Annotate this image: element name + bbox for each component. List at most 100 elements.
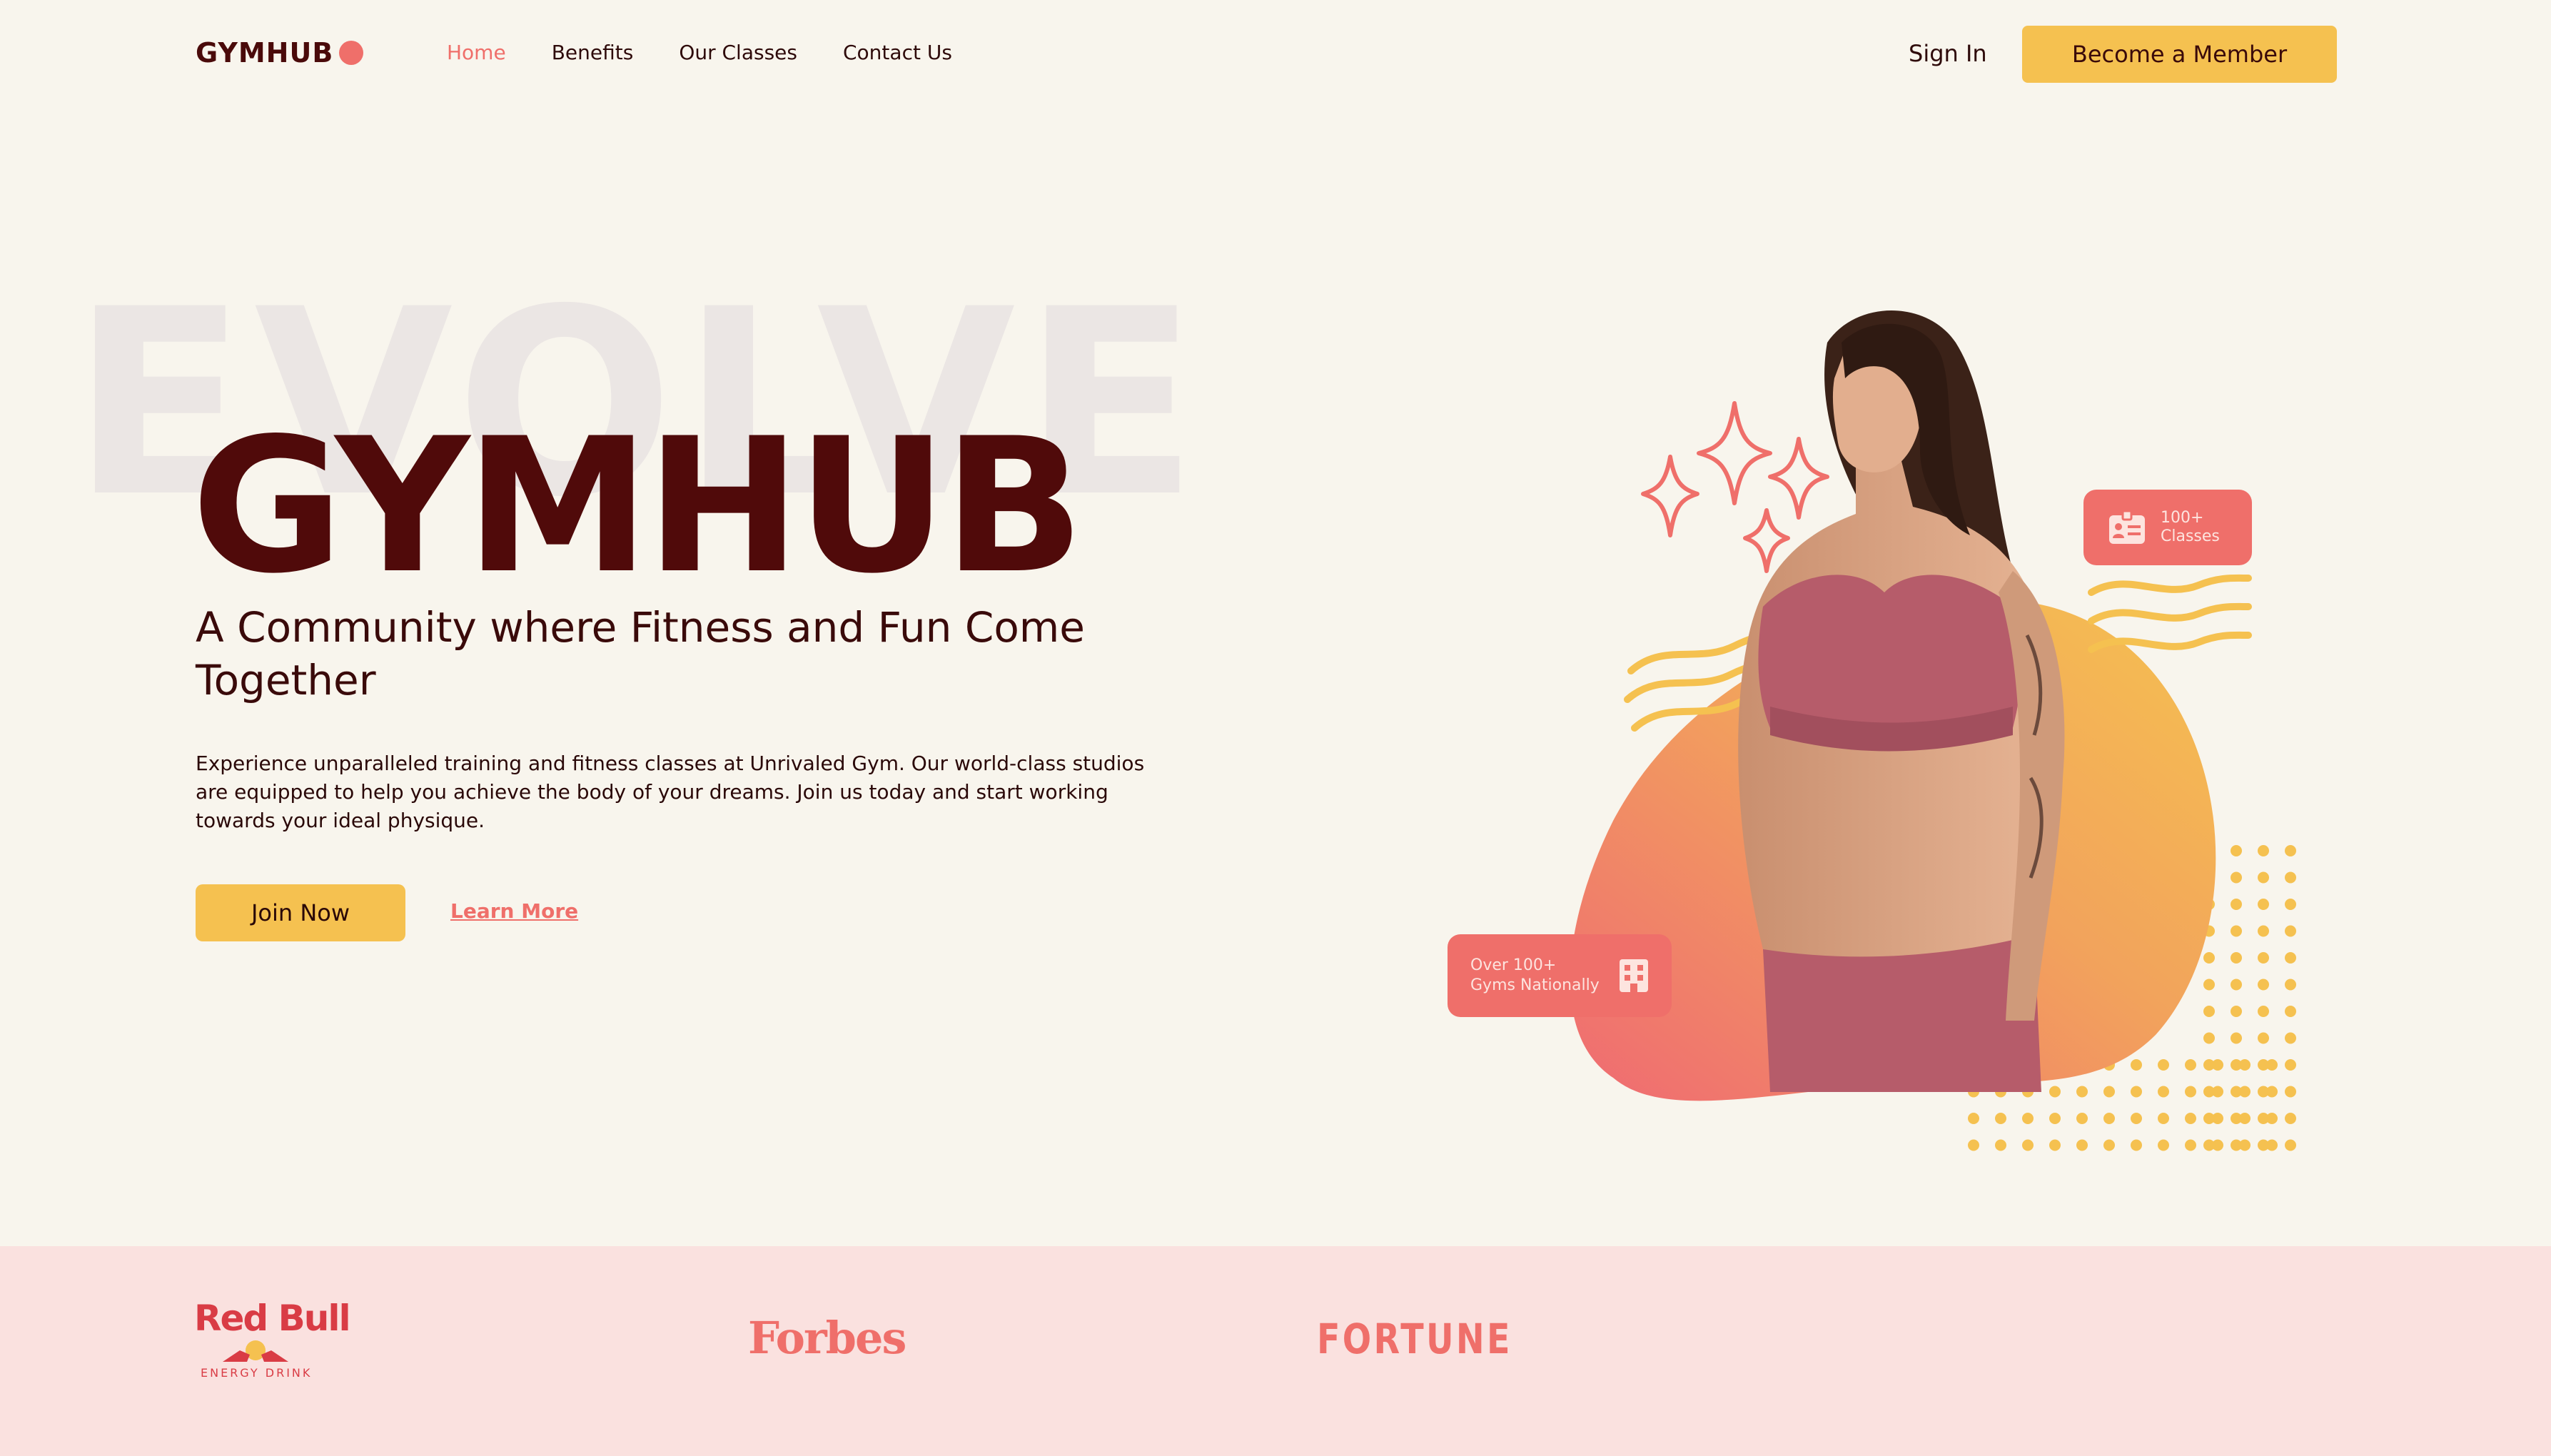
learn-more-link[interactable]: Learn More xyxy=(450,899,578,923)
dot xyxy=(2285,979,2296,991)
become-member-button[interactable]: Become a Member xyxy=(2022,26,2337,83)
dot xyxy=(1968,1139,1979,1151)
dot xyxy=(2285,952,2296,964)
dot xyxy=(2131,1139,2142,1151)
logo-dot-icon xyxy=(339,41,364,65)
dot xyxy=(2131,1113,2142,1124)
gyms-label: Gyms Nationally xyxy=(1470,976,1600,994)
dot xyxy=(2203,1032,2215,1044)
dot xyxy=(1968,1113,1979,1124)
classes-badge-text: 100+ Classes xyxy=(2161,509,2220,546)
dot xyxy=(2022,1113,2034,1124)
dot xyxy=(2239,1086,2251,1098)
dot xyxy=(2266,1059,2278,1071)
sign-in-link[interactable]: Sign In xyxy=(1909,40,1987,67)
dot xyxy=(2185,1139,2196,1151)
dot xyxy=(2266,1086,2278,1098)
nav-classes-link[interactable]: Our Classes xyxy=(679,41,797,64)
dot xyxy=(2285,1006,2296,1017)
dot xyxy=(2203,979,2215,991)
nav-home-link[interactable]: Home xyxy=(447,41,506,64)
nav-benefits-link[interactable]: Benefits xyxy=(552,41,634,64)
partners-band xyxy=(0,1246,2551,1456)
dot xyxy=(2285,1059,2296,1071)
wave-lines-right xyxy=(2088,574,2252,653)
dot xyxy=(2076,1086,2088,1098)
redbull-tagline: ENERGY DRINK xyxy=(201,1366,313,1380)
classes-badge: 100+ Classes xyxy=(2083,490,2252,565)
dot xyxy=(2258,899,2269,910)
dot xyxy=(2231,871,2242,884)
dot xyxy=(2258,952,2269,964)
dot xyxy=(2212,1086,2223,1098)
dot xyxy=(2158,1059,2169,1071)
dot xyxy=(2049,1086,2061,1098)
dot xyxy=(2239,1113,2251,1124)
dot xyxy=(2103,1113,2115,1124)
dot xyxy=(2285,1032,2296,1044)
id-card-icon xyxy=(2109,510,2145,544)
dot xyxy=(2158,1113,2169,1124)
dot xyxy=(2231,899,2242,910)
dot xyxy=(2231,925,2242,937)
dot xyxy=(2285,1139,2296,1151)
hero-title: GYMHUB xyxy=(191,399,1085,615)
dot xyxy=(2266,1113,2278,1124)
redbull-logo: Red Bull xyxy=(194,1298,351,1339)
classes-label: Classes xyxy=(2161,527,2220,545)
nav-links: Home Benefits Our Classes Contact Us xyxy=(447,41,952,64)
dot xyxy=(2285,1086,2296,1098)
brand-name: GYMHUB xyxy=(196,37,334,69)
dot xyxy=(2239,1059,2251,1071)
dot xyxy=(2212,1139,2223,1151)
athlete-figure xyxy=(1738,310,2065,1092)
dot xyxy=(2131,1086,2142,1098)
join-now-button[interactable]: Join Now xyxy=(196,884,405,941)
hero-illustration xyxy=(1570,310,2296,1151)
dot xyxy=(2231,979,2242,991)
gyms-count: Over 100+ xyxy=(1470,956,1557,974)
dot xyxy=(2285,925,2296,937)
dot xyxy=(1995,1113,2006,1124)
classes-count: 100+ xyxy=(2161,509,2204,527)
dot xyxy=(2258,979,2269,991)
brand-logo[interactable]: GYMHUB xyxy=(196,37,364,69)
dot xyxy=(2266,1139,2278,1151)
dot xyxy=(2231,1006,2242,1017)
fortune-logo: FORTUNE xyxy=(1317,1315,1512,1363)
dot xyxy=(1995,1139,2006,1151)
dot xyxy=(2103,1139,2115,1151)
dot xyxy=(2049,1113,2061,1124)
hero-subtitle: A Community where Fitness and Fun Come T… xyxy=(196,603,1085,704)
dot xyxy=(2285,845,2296,856)
dot xyxy=(2185,1059,2196,1071)
dot xyxy=(2258,1006,2269,1017)
dot xyxy=(2239,1139,2251,1151)
dot xyxy=(2231,845,2242,856)
dot xyxy=(2212,1059,2223,1071)
hero-description: Experience unparalleled training and fit… xyxy=(196,752,1145,832)
dot xyxy=(2285,871,2296,884)
dot xyxy=(2103,1086,2115,1098)
dot xyxy=(2258,845,2269,856)
dot xyxy=(2185,1113,2196,1124)
gyms-badge: Over 100+ Gyms Nationally xyxy=(1448,934,1672,1017)
dot xyxy=(2285,899,2296,910)
dot xyxy=(2203,952,2215,964)
dot xyxy=(2158,1086,2169,1098)
dot xyxy=(2049,1139,2061,1151)
nav-contact-link[interactable]: Contact Us xyxy=(843,41,952,64)
redbull-bulls-icon xyxy=(223,1340,288,1362)
dot xyxy=(2258,871,2269,884)
dot xyxy=(2231,952,2242,964)
dot xyxy=(2022,1139,2034,1151)
dot xyxy=(2158,1139,2169,1151)
gyms-badge-text: Over 100+ Gyms Nationally xyxy=(1470,956,1600,996)
building-icon xyxy=(1619,959,1648,992)
dot xyxy=(2258,925,2269,937)
dot xyxy=(2231,1032,2242,1044)
dot xyxy=(2131,1059,2142,1071)
dot xyxy=(2285,1113,2296,1124)
dot xyxy=(2212,1113,2223,1124)
forbes-logo: Forbes xyxy=(748,1312,906,1364)
